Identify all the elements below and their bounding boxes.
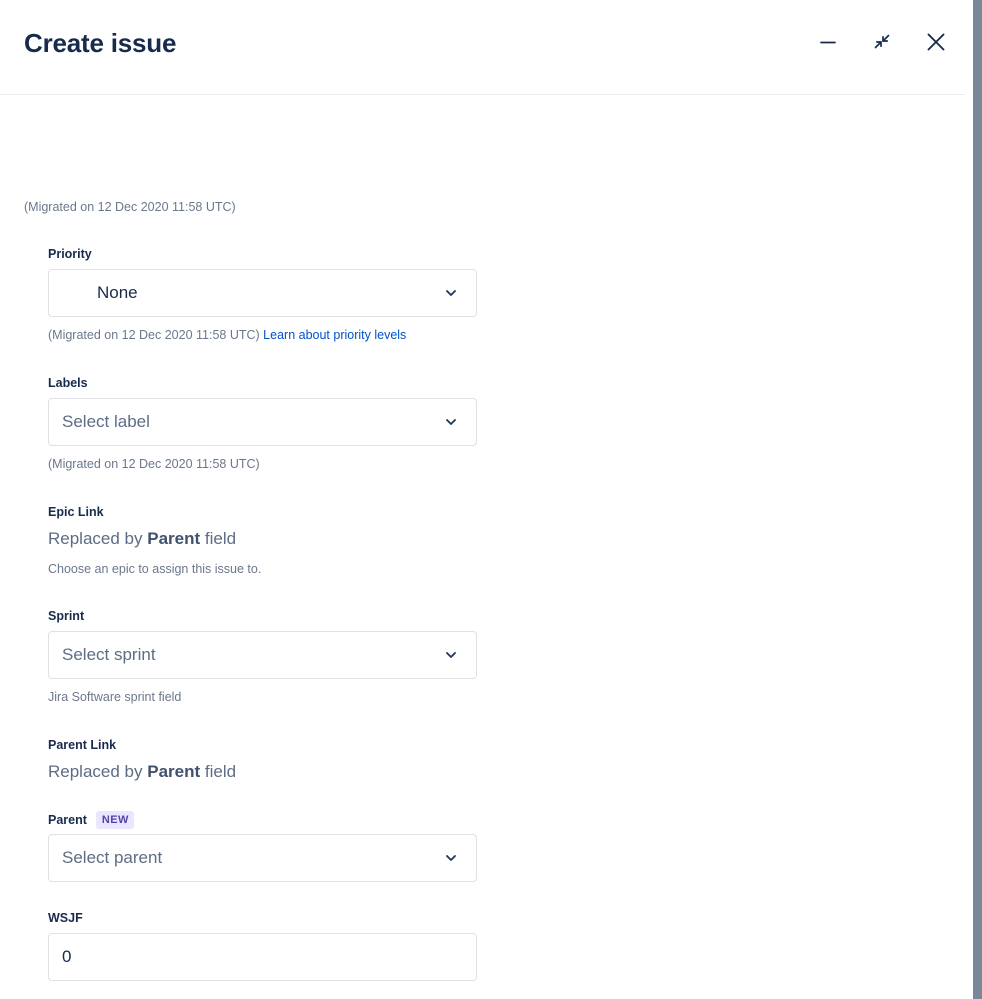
labels-label: Labels [48,376,88,390]
chevron-down-icon [444,286,458,300]
minimize-icon [817,31,839,53]
parent-link-replaced-bold: Parent [147,762,201,781]
priority-value: None [97,283,138,302]
priority-select[interactable]: None [48,269,477,317]
sprint-placeholder: Select sprint [62,645,156,664]
epic-link-helper: Choose an epic to assign this issue to. [48,562,262,576]
epic-link-replaced-suffix: field [200,529,237,548]
sprint-helper: Jira Software sprint field [48,690,182,704]
wsjf-input[interactable] [48,933,477,981]
priority-helper: (Migrated on 12 Dec 2020 11:58 UTC) Lear… [48,327,406,343]
chevron-down-icon [444,415,458,429]
labels-helper: (Migrated on 12 Dec 2020 11:58 UTC) [48,457,260,471]
chevron-down-icon [444,851,458,865]
create-issue-modal: Create issue (Migrated on 12 Dec 2020 11… [0,0,982,999]
priority-learn-more-link[interactable]: Learn about priority levels [263,328,406,342]
wsjf-label: WSJF [48,911,83,925]
new-badge: NEW [95,811,134,829]
chevron-down-icon [444,648,458,662]
modal-header: Create issue [0,0,982,95]
parent-link-replaced-suffix: field [200,762,237,781]
page-edge-gap [965,0,973,999]
priority-label: Priority [48,247,92,261]
parent-placeholder: Select parent [62,848,163,867]
sprint-select[interactable]: Select sprint [48,631,477,679]
page-title: Create issue [24,28,177,58]
parent-link-replaced-message: Replaced by Parent field [48,760,236,784]
header-actions [812,26,952,58]
sprint-label: Sprint [48,609,85,623]
collapse-arrows-icon [871,31,893,53]
labels-placeholder: Select label [62,412,150,431]
close-icon [923,29,949,55]
minimize-button[interactable] [812,26,844,58]
parent-label: Parent [48,813,87,827]
parent-select[interactable]: Select parent [48,834,477,882]
parent-link-replaced-prefix: Replaced by [48,762,148,781]
parent-link-label: Parent Link [48,738,117,752]
shrink-button[interactable] [866,26,898,58]
epic-link-replaced-prefix: Replaced by [48,529,148,548]
window-edge-bar[interactable] [973,0,982,999]
epic-link-replaced-bold: Parent [147,529,201,548]
close-button[interactable] [920,26,952,58]
epic-link-label: Epic Link [48,505,104,519]
parent-label-row: Parent NEW [48,811,134,829]
migrated-helper-top: (Migrated on 12 Dec 2020 11:58 UTC) [24,200,236,214]
epic-link-replaced-message: Replaced by Parent field [48,527,236,551]
labels-select[interactable]: Select label [48,398,477,446]
priority-helper-text: (Migrated on 12 Dec 2020 11:58 UTC) [48,328,260,342]
